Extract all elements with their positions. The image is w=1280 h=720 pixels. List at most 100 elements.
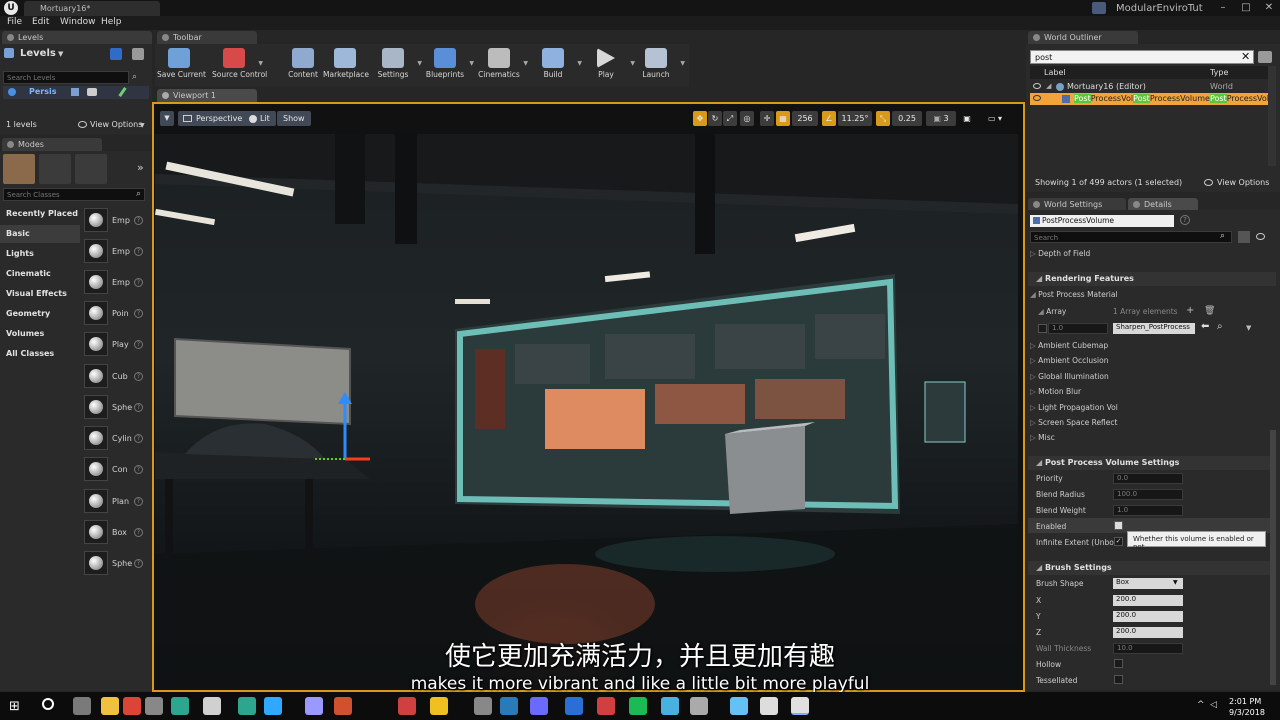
blend-radius-field[interactable]: 100.0 (1113, 489, 1183, 500)
surface-snap-icon[interactable]: ✛ (760, 111, 774, 126)
array-weight-field[interactable]: 1.0 (1048, 323, 1108, 334)
section-post-process-volume-settings[interactable]: ◢ Post Process Volume Settings (1028, 456, 1276, 470)
show-button[interactable]: Show (277, 111, 311, 126)
taskbar-app-icon[interactable] (791, 697, 809, 715)
brush-y-field[interactable]: 200.0 (1113, 611, 1183, 622)
viewport-scene[interactable] (155, 134, 1018, 689)
chevron-down-icon[interactable]: ▼ (469, 60, 474, 67)
taskbar-app-icon[interactable] (264, 697, 282, 715)
add-element-icon[interactable]: + (1186, 305, 1194, 316)
details-search-input[interactable]: Search (1030, 231, 1232, 243)
menu-edit[interactable]: Edit (32, 17, 49, 27)
global-illumination-row[interactable]: ▷ Global Illumination (1030, 372, 1109, 381)
chevron-right-icon[interactable]: » (137, 161, 144, 174)
menu-file[interactable]: File (7, 17, 22, 27)
add-level-icon[interactable] (110, 48, 122, 60)
outliner-row-world[interactable]: ◢ Mortuary16 (Editor) World (1030, 81, 1276, 93)
help-icon[interactable]: ? (134, 216, 143, 225)
place-item[interactable]: Cub? (82, 362, 150, 392)
lock-icon[interactable] (71, 88, 79, 96)
column-type[interactable]: Type (1210, 68, 1228, 77)
place-item[interactable]: Sphe? (82, 393, 150, 423)
category-all-classes[interactable]: All Classes (0, 345, 80, 363)
taskbar-app-icon[interactable] (123, 697, 141, 715)
search-icon[interactable] (42, 698, 54, 710)
taskbar-app-icon[interactable] (760, 697, 778, 715)
taskbar-app-icon[interactable] (305, 697, 323, 715)
clock-date[interactable]: 9/3/2018 (1229, 708, 1265, 717)
volume-icon[interactable]: ◁ (1210, 700, 1217, 710)
maximize-viewport-icon[interactable]: ▣ (960, 111, 974, 126)
translate-icon[interactable]: ✥ (693, 111, 707, 126)
section-brush-settings[interactable]: ◢ Brush Settings (1028, 561, 1276, 575)
light-propagation-row[interactable]: ▷ Light Propagation Vol (1030, 403, 1118, 412)
outliner-options-icon[interactable] (1258, 51, 1272, 63)
help-icon[interactable]: ? (134, 528, 143, 537)
property-matrix-icon[interactable] (1238, 231, 1250, 243)
help-icon[interactable]: ? (134, 372, 143, 381)
place-item[interactable]: Emp? (82, 237, 150, 267)
rotate-icon[interactable]: ↻ (708, 111, 722, 126)
scrollbar[interactable] (1268, 66, 1276, 166)
browse-icon[interactable]: ⌕ (1217, 321, 1223, 332)
use-selected-arrow-icon[interactable]: ⬅ (1201, 321, 1209, 332)
place-item[interactable]: Plan? (82, 487, 150, 517)
enabled-checkbox[interactable] (1114, 521, 1123, 530)
tab-toolbar[interactable]: Toolbar (157, 31, 257, 44)
depth-of-field-row[interactable]: ▷ Depth of Field (1030, 249, 1090, 258)
taskbar-app-icon[interactable] (661, 697, 679, 715)
scale-snap-value[interactable]: 0.25 (892, 111, 922, 126)
levels-title[interactable]: Levels (20, 48, 56, 59)
array-row[interactable]: ◢ Array (1038, 307, 1066, 316)
rotation-snap-value[interactable]: 11.25° (838, 111, 872, 126)
taskbar-app-icon[interactable] (530, 697, 548, 715)
chevron-down-icon[interactable]: ▼ (523, 60, 528, 67)
category-geometry[interactable]: Geometry (0, 305, 80, 323)
help-icon[interactable]: ? (134, 559, 143, 568)
eye-icon[interactable] (8, 88, 16, 96)
taskbar-app-icon[interactable] (334, 697, 352, 715)
taskbar-app-icon[interactable] (565, 697, 583, 715)
cinematics-button[interactable]: Cinematics ▼ (477, 46, 528, 84)
taskbar-app-icon[interactable] (171, 697, 189, 715)
taskbar-app-icon[interactable] (474, 697, 492, 715)
screen-space-reflections-row[interactable]: ▷ Screen Space Reflect (1030, 418, 1117, 427)
minimize-icon[interactable]: – (1212, 0, 1234, 16)
help-icon[interactable]: ? (134, 465, 143, 474)
close-icon[interactable]: ✕ (1258, 0, 1280, 16)
place-item[interactable]: Box? (82, 518, 150, 548)
chevron-down-icon[interactable]: ▼ (258, 60, 263, 67)
outliner-view-options[interactable]: View Options (1217, 178, 1269, 187)
category-volumes[interactable]: Volumes (0, 325, 80, 343)
help-icon[interactable]: ? (134, 497, 143, 506)
world-local-icon[interactable]: ◎ (740, 111, 754, 126)
play-button[interactable]: Play ▼ (584, 46, 635, 84)
clear-search-icon[interactable]: ✕ (1241, 50, 1250, 63)
content-button[interactable]: Content (281, 46, 325, 84)
taskbar-app-icon[interactable] (101, 697, 119, 715)
place-item[interactable]: Cylin? (82, 424, 150, 454)
levels-view-options[interactable]: View Options (90, 120, 142, 129)
place-item[interactable]: Emp? (82, 268, 150, 298)
document-tab[interactable]: Mortuary16* (24, 1, 160, 16)
chevron-down-icon[interactable]: ▼ (58, 50, 63, 58)
chevron-down-icon[interactable]: ▼ (417, 60, 422, 67)
array-element-checkbox[interactable] (1038, 324, 1047, 333)
tab-world-outliner[interactable]: World Outliner (1028, 31, 1138, 44)
trash-icon[interactable]: 🗑 (1204, 306, 1215, 316)
camera-speed[interactable]: ▣ 3 (926, 111, 956, 126)
category-recently-placed[interactable]: Recently Placed (0, 205, 80, 223)
infinite-extent-checkbox[interactable]: ✓ (1114, 537, 1123, 546)
save-current-button[interactable]: Save Current (157, 46, 206, 84)
ambient-cubemap-row[interactable]: ▷ Ambient Cubemap (1030, 341, 1108, 350)
help-icon[interactable]: ? (134, 278, 143, 287)
menu-help[interactable]: Help (101, 17, 122, 27)
taskbar-app-icon[interactable] (730, 697, 748, 715)
level-details-icon[interactable] (132, 48, 144, 60)
category-cinematic[interactable]: Cinematic (0, 265, 80, 283)
taskbar-app-icon[interactable] (73, 697, 91, 715)
place-item[interactable]: Poin? (82, 299, 150, 329)
landscape-mode-icon[interactable] (75, 154, 107, 184)
help-icon[interactable]: ? (134, 340, 143, 349)
source-control-button[interactable]: Source Control ▼ (212, 46, 267, 84)
